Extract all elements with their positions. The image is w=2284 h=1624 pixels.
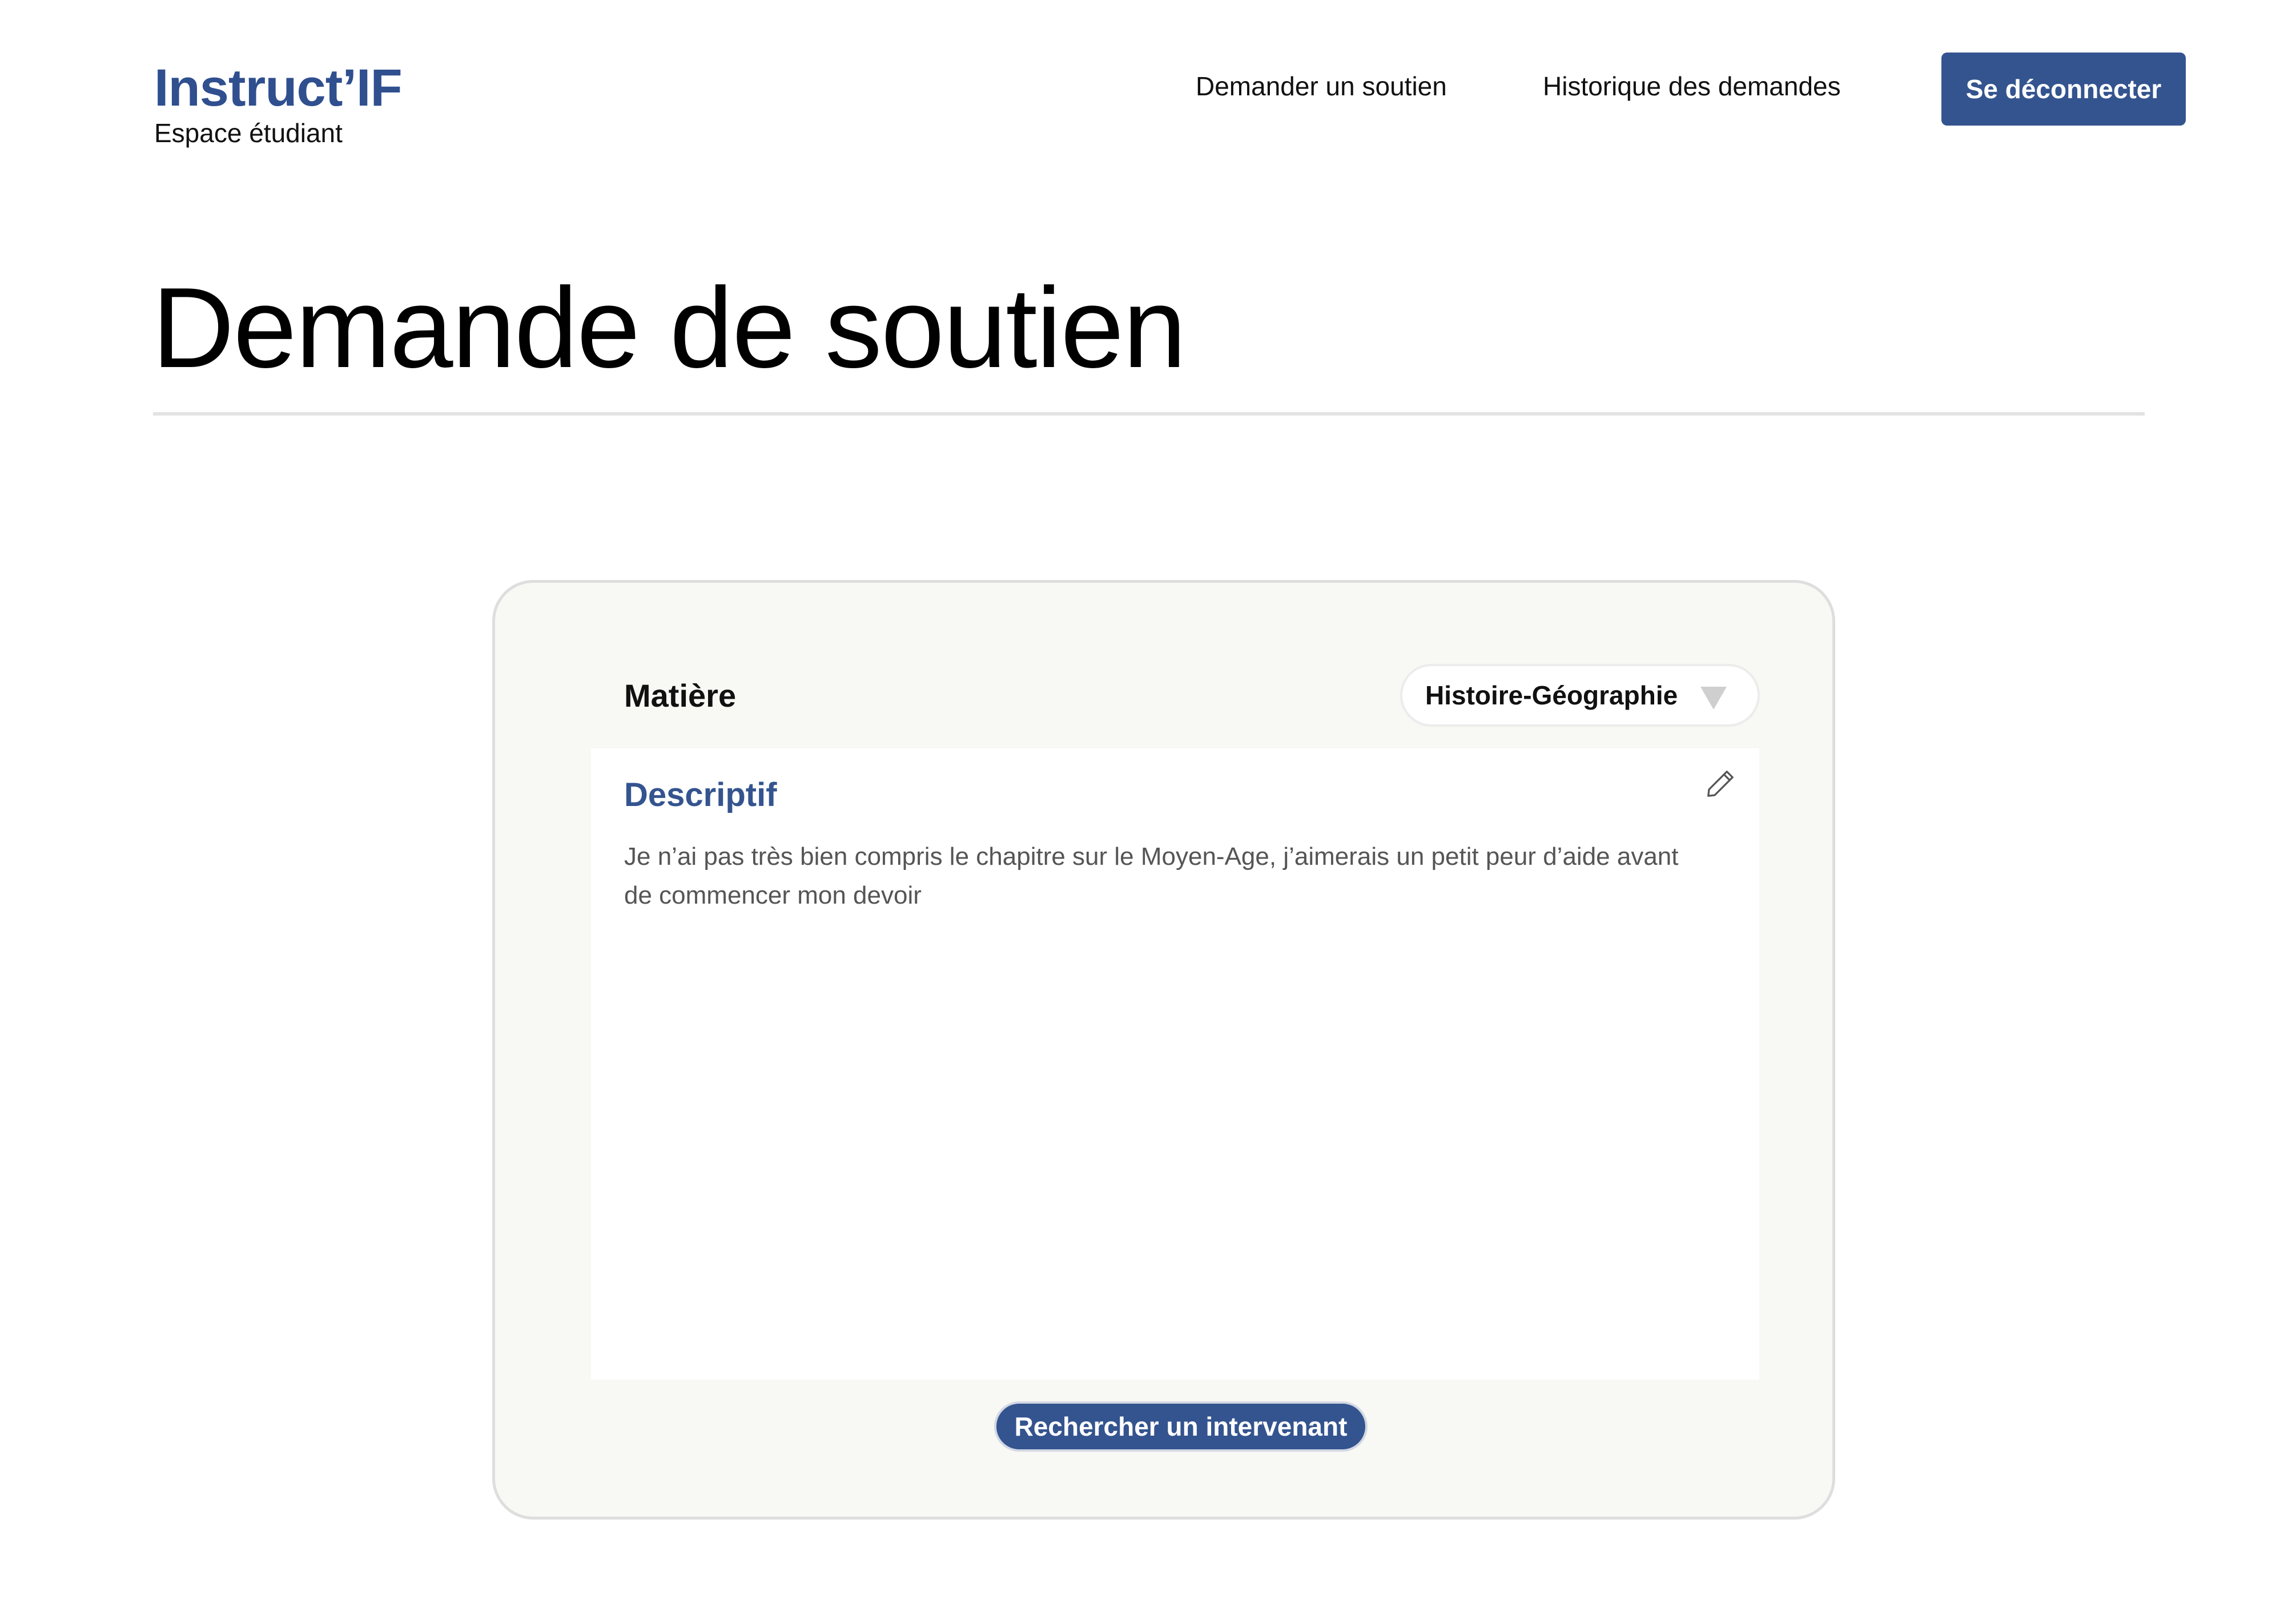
title-divider [153, 412, 2145, 416]
brand: Instruct’IF Espace étudiant [154, 62, 403, 148]
subject-select[interactable]: Histoire-Géographie [1400, 664, 1760, 727]
brand-subtitle: Espace étudiant [154, 118, 343, 148]
logout-button[interactable]: Se déconnecter [1941, 53, 2186, 126]
description-text[interactable]: Je n’ai pas très bien compris le chapitr… [624, 837, 1709, 915]
support-request-card: Matière Histoire-Géographie Descriptif J… [492, 580, 1835, 1520]
subject-label: Matière [624, 678, 737, 714]
pencil-icon[interactable] [1703, 767, 1738, 801]
nav-link-request-support[interactable]: Demander un soutien [1196, 71, 1447, 102]
subject-select-value: Histoire-Géographie [1425, 680, 1678, 710]
nav-link-request-history[interactable]: Historique des demandes [1543, 71, 1841, 102]
description-title: Descriptif [624, 776, 777, 813]
description-panel[interactable]: Descriptif Je n’ai pas très bien compris… [591, 748, 1759, 1380]
brand-logo-text[interactable]: Instruct’IF [154, 62, 403, 114]
page-title: Demande de soutien [152, 264, 1187, 392]
chevron-down-icon [1700, 687, 1727, 710]
site-header: Instruct’IF Espace étudiant Demander un … [0, 0, 2284, 171]
search-tutor-button[interactable]: Rechercher un intervenant [994, 1401, 1368, 1452]
